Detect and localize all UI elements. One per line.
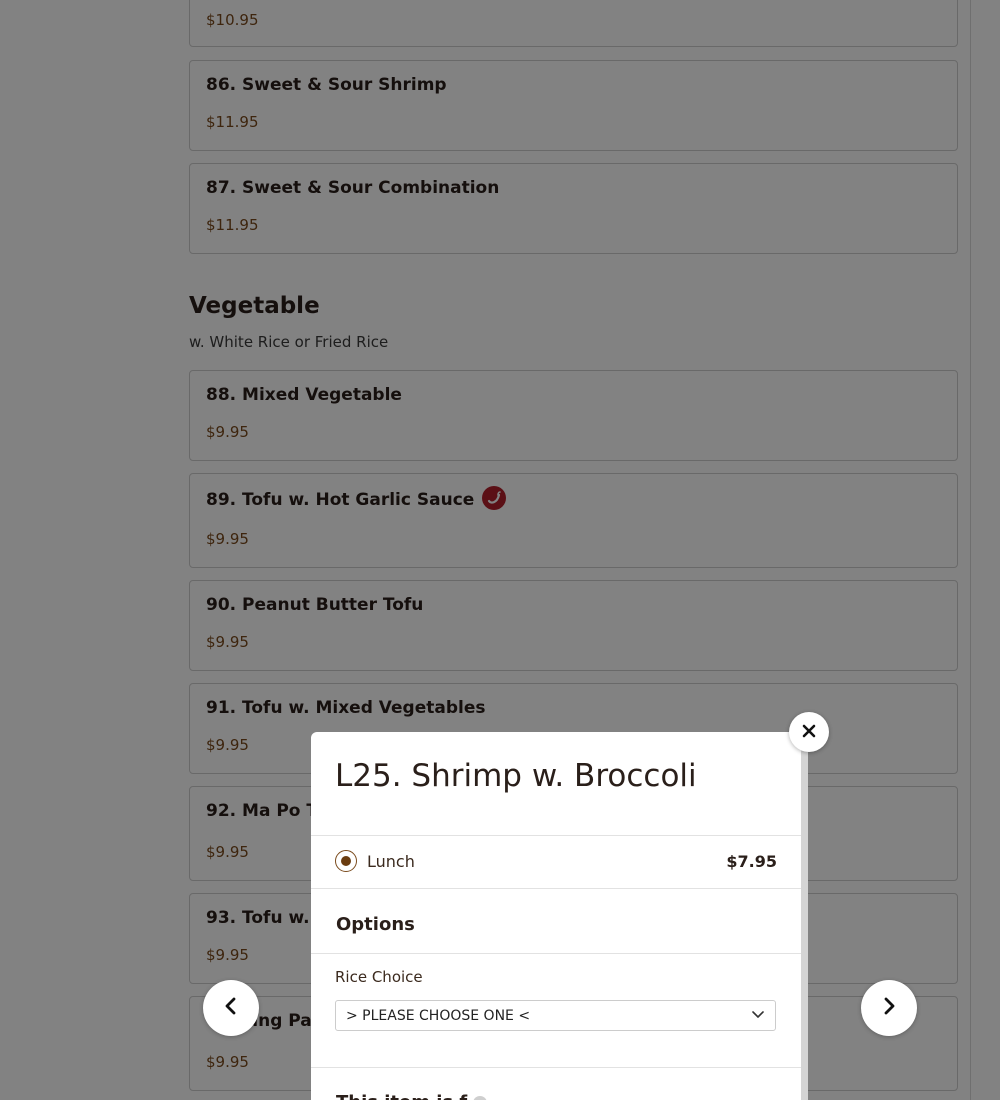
rice-choice-select[interactable]: > PLEASE CHOOSE ONE < [335, 1000, 776, 1031]
rice-choice-value: > PLEASE CHOOSE ONE < [346, 1007, 531, 1024]
item-info-label: This item is f [336, 1092, 488, 1100]
item-detail-modal: L25. Shrimp w. Broccoli Lunch $7.95 Opti… [311, 732, 808, 1100]
item-info-text: This item is f [336, 1092, 467, 1100]
close-modal-button[interactable] [789, 712, 829, 752]
info-icon[interactable] [473, 1096, 488, 1100]
close-icon [802, 723, 816, 742]
next-item-button[interactable] [861, 980, 917, 1036]
previous-item-button[interactable] [203, 980, 259, 1036]
modal-title: L25. Shrimp w. Broccoli [335, 758, 697, 794]
size-option-label[interactable]: Lunch [367, 852, 415, 871]
chevron-left-icon [221, 996, 241, 1020]
radio-selected-dot [341, 856, 351, 866]
divider [311, 953, 801, 954]
options-heading: Options [336, 914, 415, 935]
chevron-right-icon [879, 996, 899, 1020]
rice-choice-label: Rice Choice [335, 968, 423, 986]
size-radio-lunch[interactable] [335, 850, 357, 872]
divider [311, 1067, 801, 1068]
size-option-price: $7.95 [726, 852, 777, 871]
divider [311, 888, 801, 889]
chevron-down-icon [751, 1006, 765, 1025]
divider [311, 835, 801, 836]
modal-scrollbar[interactable] [801, 732, 808, 1100]
